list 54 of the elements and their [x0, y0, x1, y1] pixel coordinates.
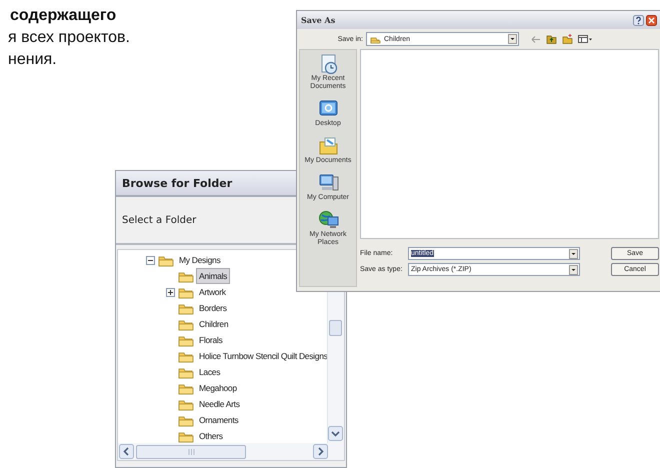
view-menu-button[interactable]: [578, 34, 593, 44]
computer-icon: [318, 173, 338, 193]
folder-icon: [178, 334, 194, 346]
tree-item[interactable]: Artwork: [196, 284, 229, 300]
tree-item[interactable]: My Designs: [176, 252, 224, 268]
close-icon: [646, 14, 657, 26]
back-arrow-icon: [531, 34, 541, 44]
window-title: Save As: [301, 15, 336, 25]
up-folder-button[interactable]: [546, 34, 557, 44]
tree-item[interactable]: Holice Turnbow Stencil Quilt Designs: [196, 348, 331, 364]
folder-icon: [178, 302, 194, 314]
prompt-text: Select a Folder: [122, 214, 196, 226]
help-button[interactable]: [633, 14, 644, 26]
tree-item[interactable]: Others: [196, 428, 226, 444]
new-folder-button[interactable]: [562, 34, 573, 44]
folder-icon: [178, 430, 194, 442]
text-line: я всех проектов.: [8, 28, 130, 48]
folder-icon: [178, 398, 194, 410]
scroll-thumb[interactable]: [136, 444, 246, 458]
grip-icon: [188, 448, 194, 454]
folder-up-icon: [546, 34, 557, 44]
text-line: нения.: [8, 50, 57, 70]
collapse-icon[interactable]: [146, 256, 155, 264]
folder-icon: [370, 34, 381, 44]
folder-icon: [178, 366, 194, 378]
folder-icon: [178, 318, 194, 330]
folder-icon: [158, 254, 174, 266]
scroll-right-icon: [313, 444, 328, 459]
tree-item[interactable]: Ornaments: [196, 412, 242, 428]
tree-item[interactable]: Animals: [196, 268, 230, 284]
tree-item[interactable]: Needle Arts: [196, 396, 243, 412]
view-menu-icon: [578, 34, 593, 44]
tree-item[interactable]: Megahoop: [196, 380, 240, 396]
folder-icon: [178, 350, 194, 362]
tree-item[interactable]: Children: [196, 316, 232, 332]
new-folder-icon: [562, 34, 573, 44]
folder-icon: [318, 136, 338, 156]
close-button[interactable]: [646, 14, 657, 26]
scroll-down-icon: [328, 426, 343, 441]
folder-icon: [178, 382, 194, 394]
folder-icon: [178, 270, 194, 282]
folder-icon: [178, 414, 194, 426]
folder-icon: [178, 286, 194, 298]
scroll-left-icon: [119, 444, 134, 459]
tree-item[interactable]: Laces: [196, 364, 224, 380]
scrollbar[interactable]: [118, 443, 344, 460]
tree-item[interactable]: Borders: [196, 300, 230, 316]
text-line: содержащего: [10, 6, 116, 26]
help-icon: [633, 14, 644, 26]
scroll-thumb[interactable]: [329, 320, 342, 336]
expand-icon[interactable]: [166, 288, 175, 296]
window-title: Browse for Folder: [122, 176, 232, 190]
network-computer-icon: [318, 210, 338, 230]
tree-item[interactable]: Florals: [196, 332, 226, 348]
